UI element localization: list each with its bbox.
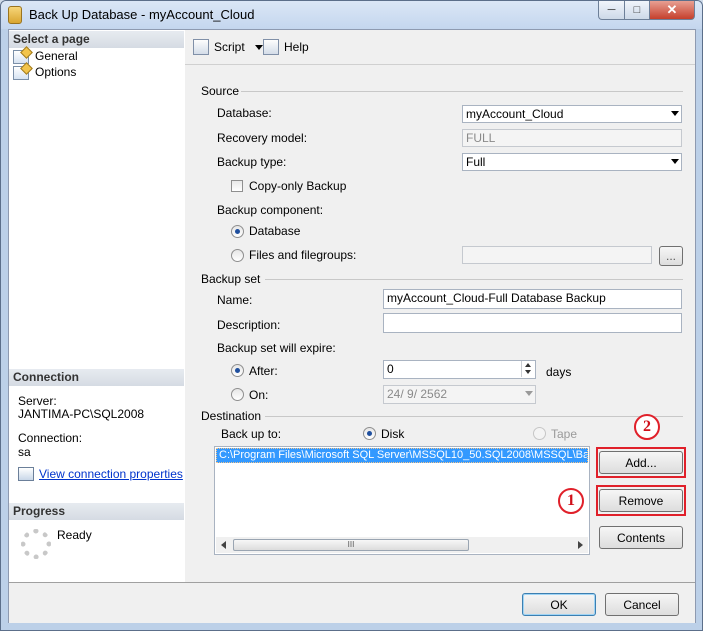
scroll-left-icon[interactable]	[221, 541, 226, 549]
days-spinner[interactable]	[521, 361, 535, 377]
left-pane: Select a page General Options Connection…	[9, 30, 186, 582]
server-value: JANTIMA-PC\SQL2008	[18, 407, 145, 421]
disk-label: Disk	[381, 427, 405, 441]
close-button[interactable]: ✕	[649, 1, 695, 20]
dialog-client: Select a page General Options Connection…	[8, 29, 696, 623]
backup-component-label: Backup component:	[217, 203, 324, 217]
progress-header: Progress	[9, 503, 184, 520]
expire-on-radio[interactable]	[231, 388, 244, 401]
script-icon	[193, 39, 209, 55]
toolbar-divider	[185, 64, 695, 65]
main-pane: Script Help Source Database: myAccount_C…	[185, 30, 695, 582]
back-up-to-label: Back up to:	[221, 427, 282, 441]
down-arrow-icon	[525, 370, 531, 374]
toolbar: Script Help	[185, 30, 695, 64]
cancel-button[interactable]: Cancel	[605, 593, 679, 616]
component-files-radio[interactable]	[231, 249, 244, 262]
expire-label: Backup set will expire:	[217, 341, 336, 355]
backup-database-window: Back Up Database - myAccount_Cloud ─ □ ✕…	[0, 0, 703, 631]
properties-icon	[18, 467, 34, 481]
calendar-dropdown-icon	[525, 391, 533, 396]
title-bar[interactable]: Back Up Database - myAccount_Cloud ─ □ ✕	[1, 1, 702, 29]
backup-type-combo[interactable]: Full	[462, 153, 682, 171]
page-item-general[interactable]: General	[13, 49, 78, 64]
minimize-button[interactable]: ─	[598, 1, 625, 20]
filegroups-field	[462, 246, 652, 264]
window-title: Back Up Database - myAccount_Cloud	[29, 7, 255, 22]
callout-2: 2	[634, 414, 660, 440]
recovery-model-field: FULL	[462, 129, 682, 147]
name-label: Name:	[217, 293, 253, 307]
database-icon	[8, 6, 22, 24]
maximize-button[interactable]: □	[624, 1, 650, 20]
help-icon	[263, 39, 279, 55]
view-connection-properties[interactable]: View connection properties	[18, 467, 183, 481]
scroll-thumb[interactable]: III	[233, 539, 469, 551]
backup-set-group-header: Backup set	[201, 272, 261, 286]
progress-status: Ready	[57, 528, 92, 542]
dialog-footer: OK Cancel	[9, 582, 695, 623]
copy-only-label: Copy-only Backup	[249, 179, 347, 193]
ok-button[interactable]: OK	[522, 593, 596, 616]
chevron-down-icon	[671, 111, 679, 116]
select-page-header: Select a page	[9, 31, 184, 48]
up-arrow-icon	[525, 363, 531, 367]
source-divider	[241, 91, 683, 92]
expire-after-label: After:	[249, 364, 278, 378]
expire-days-value: 0	[387, 362, 394, 376]
disk-radio[interactable]	[363, 427, 376, 440]
script-button[interactable]: Script	[193, 39, 263, 55]
component-files-label: Files and filegroups:	[249, 248, 357, 262]
add-highlight-box	[596, 447, 686, 478]
days-label: days	[546, 365, 572, 379]
tape-label: Tape	[551, 427, 578, 441]
expire-days-input[interactable]: 0	[383, 360, 536, 379]
destination-group-header: Destination	[201, 409, 262, 423]
destination-path-row[interactable]: C:\Program Files\Microsoft SQL Server\MS…	[216, 448, 588, 463]
remove-highlight-box	[596, 485, 686, 516]
page-item-options[interactable]: Options	[13, 65, 76, 80]
view-connection-link[interactable]: View connection properties	[39, 467, 183, 481]
files-browse-button[interactable]: ...	[659, 246, 683, 266]
component-database-label: Database	[249, 224, 301, 238]
database-label: Database:	[217, 106, 272, 120]
help-label: Help	[284, 40, 309, 54]
destination-list[interactable]: C:\Program Files\Microsoft SQL Server\MS…	[214, 446, 590, 555]
source-group-header: Source	[201, 84, 240, 98]
connection-label: Connection:	[18, 431, 83, 445]
description-input[interactable]	[383, 313, 682, 333]
tape-radio	[533, 427, 546, 440]
backup-type-value: Full	[466, 155, 486, 169]
horizontal-scrollbar[interactable]: III	[216, 537, 588, 553]
destination-divider	[265, 416, 683, 417]
page-icon	[13, 65, 29, 80]
page-item-label: Options	[35, 65, 77, 79]
expire-after-radio[interactable]	[231, 364, 244, 377]
expire-on-label: On:	[249, 388, 269, 402]
component-database-radio[interactable]	[231, 225, 244, 238]
contents-button[interactable]: Contents	[599, 526, 683, 549]
description-label: Description:	[217, 318, 281, 332]
connection-header: Connection	[9, 369, 184, 386]
database-value: myAccount_Cloud	[466, 107, 564, 121]
recovery-model-label: Recovery model:	[217, 131, 308, 145]
connection-value: sa	[18, 445, 31, 459]
expire-date-picker[interactable]: 24/ 9/ 2562	[383, 385, 536, 404]
page-item-label: General	[35, 49, 78, 63]
help-button[interactable]: Help	[263, 39, 309, 55]
database-combo[interactable]: myAccount_Cloud	[462, 105, 682, 123]
server-label: Server:	[18, 394, 57, 408]
expire-date-value: 24/ 9/ 2562	[387, 387, 448, 401]
scroll-right-icon[interactable]	[578, 541, 583, 549]
backup-type-label: Backup type:	[217, 155, 287, 169]
progress-spinner-icon	[21, 529, 51, 559]
chevron-down-icon	[671, 159, 679, 164]
copy-only-checkbox[interactable]	[231, 180, 243, 192]
chevron-down-icon[interactable]	[254, 44, 263, 50]
callout-1: 1	[558, 488, 584, 514]
backup-set-divider	[265, 279, 683, 280]
backup-name-input[interactable]: myAccount_Cloud-Full Database Backup	[383, 289, 682, 309]
script-label: Script	[214, 40, 245, 54]
